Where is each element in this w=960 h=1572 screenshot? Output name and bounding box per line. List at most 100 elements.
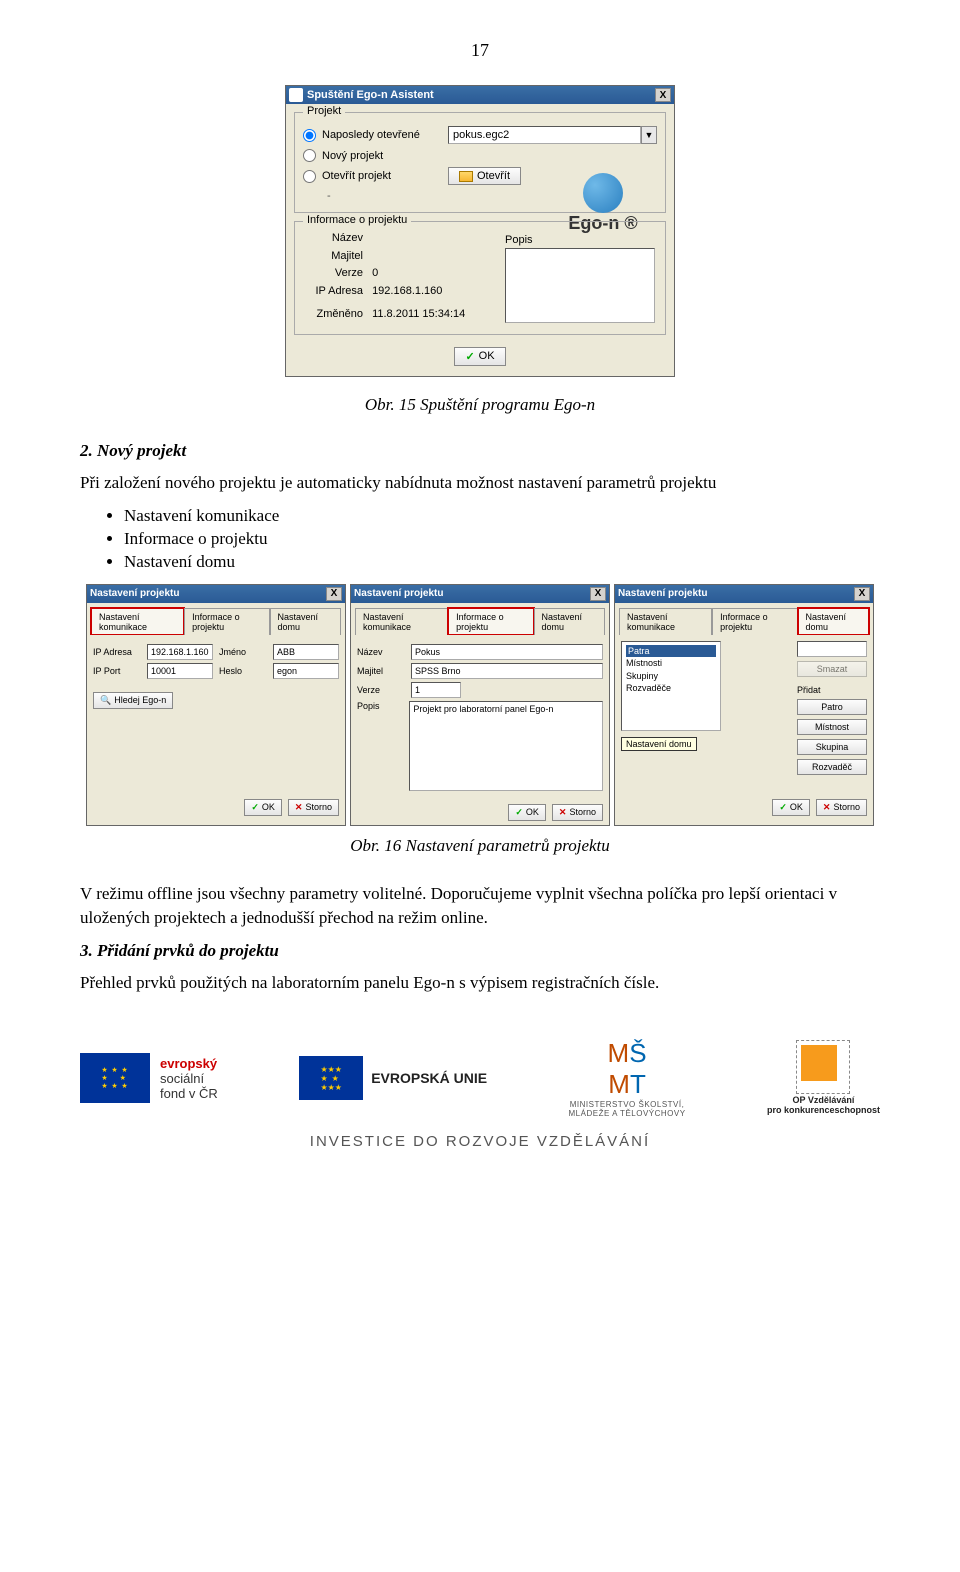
add-room-button[interactable]: Místnost bbox=[797, 719, 867, 735]
radio-label: Naposledy otevřené bbox=[322, 129, 420, 141]
tree-item[interactable]: Rozvaděče bbox=[626, 682, 716, 695]
lbl-changed: Změněno bbox=[303, 306, 363, 324]
dialog-settings-comm: Nastavení projektu X Nastavení komunikac… bbox=[86, 584, 346, 826]
val-changed: 11.8.2011 15:34:14 bbox=[372, 308, 465, 320]
section-2-intro: Při založení nového projektu je automati… bbox=[80, 471, 880, 496]
lbl-name: Jméno bbox=[219, 647, 269, 657]
tab-house[interactable]: Nastavení domu bbox=[270, 608, 341, 635]
eu-flag-icon: ★★★★ ★★★★ bbox=[299, 1056, 363, 1100]
delete-button: Smazat bbox=[797, 661, 867, 677]
section-3-text: Přehled prvků použitých na laboratorním … bbox=[80, 971, 880, 996]
figure-caption-15: Obr. 15 Spuštění programu Ego-n bbox=[80, 395, 880, 415]
logo-eu: ★★★★ ★★★★ EVROPSKÁ UNIE bbox=[299, 1056, 487, 1100]
info-right: Popis bbox=[505, 234, 655, 323]
input-name[interactable] bbox=[273, 644, 339, 660]
tree-item[interactable]: Skupiny bbox=[626, 670, 716, 683]
tree-view[interactable]: Patra Místnosti Skupiny Rozvaděče bbox=[621, 641, 721, 731]
radio-recently-opened[interactable]: Naposledy otevřené bbox=[303, 129, 438, 142]
add-floor-button[interactable]: Patro bbox=[797, 699, 867, 715]
lbl-majitel: Majitel bbox=[357, 666, 407, 676]
footer-logos: ★ ★ ★★ ★★ ★ ★ evropský sociální fond v Č… bbox=[80, 1038, 880, 1119]
cancel-button[interactable]: ✕Storno bbox=[816, 799, 867, 816]
lbl-owner: Majitel bbox=[303, 248, 363, 266]
tree-item-selected[interactable]: Patra bbox=[626, 645, 716, 658]
radio-open-project[interactable]: Otevřít projekt bbox=[303, 170, 438, 183]
search-icon: 🔍 bbox=[100, 695, 111, 706]
footer-invest: INVESTICE DO ROZVOJE VZDĚLÁVÁNÍ bbox=[80, 1133, 880, 1150]
section-2-title: 2. Nový projekt bbox=[80, 441, 880, 461]
group-legend: Informace o projektu bbox=[303, 214, 411, 226]
lbl-popis: Popis bbox=[357, 701, 405, 711]
radio-new-project[interactable]: Nový projekt bbox=[303, 149, 438, 162]
input-pass[interactable] bbox=[273, 663, 339, 679]
open-button[interactable]: Otevřít bbox=[448, 167, 521, 185]
add-panel-button[interactable]: Rozvaděč bbox=[797, 759, 867, 775]
chevron-down-icon[interactable]: ▼ bbox=[641, 126, 657, 144]
tab-house[interactable]: Nastavení domu bbox=[534, 608, 605, 635]
tab-comm[interactable]: Nastavení komunikace bbox=[91, 608, 184, 635]
tree-item[interactable]: Místnosti bbox=[626, 657, 716, 670]
tab-info[interactable]: Informace o projektu bbox=[712, 608, 797, 635]
ok-button[interactable]: ✓ OK bbox=[454, 347, 505, 366]
close-icon[interactable]: X bbox=[854, 587, 870, 601]
recent-file-dropdown[interactable]: ▼ bbox=[448, 126, 657, 144]
titlebar-text: Spuštění Ego-n Asistent bbox=[307, 89, 434, 101]
add-group-button[interactable]: Skupina bbox=[797, 739, 867, 755]
tab-comm[interactable]: Nastavení komunikace bbox=[355, 608, 448, 635]
radio-label: Nový projekt bbox=[322, 150, 383, 162]
input-majitel[interactable] bbox=[411, 663, 603, 679]
tab-info[interactable]: Informace o projektu bbox=[448, 608, 533, 635]
radio-input[interactable] bbox=[303, 149, 316, 162]
tab-info[interactable]: Informace o projektu bbox=[184, 608, 269, 635]
ok-button[interactable]: ✓OK bbox=[508, 804, 546, 821]
search-egon-button[interactable]: 🔍Hledej Ego-n bbox=[93, 692, 173, 709]
close-icon[interactable]: X bbox=[655, 88, 671, 102]
radio-input[interactable] bbox=[303, 170, 316, 183]
lbl-ip: IP Adresa bbox=[303, 283, 363, 301]
lbl-verze: Verze bbox=[357, 685, 407, 695]
input-item-name[interactable] bbox=[797, 641, 867, 657]
input-verze[interactable] bbox=[411, 682, 461, 698]
ok-button[interactable]: ✓OK bbox=[244, 799, 282, 816]
titlebar-text: Nastavení projektu bbox=[354, 588, 443, 599]
titlebar: Nastavení projektu X bbox=[87, 585, 345, 603]
esf-line2: sociální bbox=[160, 1071, 218, 1086]
close-icon[interactable]: X bbox=[590, 587, 606, 601]
lbl-pass: Heslo bbox=[219, 666, 269, 676]
cancel-button[interactable]: ✕Storno bbox=[552, 804, 603, 821]
opvk-line2: pro konkurenceschopnost bbox=[767, 1106, 880, 1116]
paragraph-offline: V režimu offline jsou všechny parametry … bbox=[80, 882, 880, 931]
ok-button[interactable]: ✓OK bbox=[772, 799, 810, 816]
list-item: Nastavení komunikace bbox=[124, 506, 880, 526]
tab-comm[interactable]: Nastavení komunikace bbox=[619, 608, 712, 635]
folder-icon bbox=[459, 171, 473, 182]
titlebar-text: Nastavení projektu bbox=[618, 588, 707, 599]
logo-opvk: OP Vzdělávání pro konkurenceschopnost bbox=[767, 1040, 880, 1116]
textarea-popis[interactable]: Projekt pro laboratorní panel Ego-n bbox=[409, 701, 603, 791]
check-icon: ✓ bbox=[465, 350, 474, 363]
lbl-version: Verze bbox=[303, 265, 363, 283]
popis-textarea[interactable] bbox=[505, 248, 655, 323]
input-nazev[interactable] bbox=[411, 644, 603, 660]
input-ip[interactable] bbox=[147, 644, 213, 660]
recent-file-input[interactable] bbox=[448, 126, 641, 144]
esf-line3: fond v ČR bbox=[160, 1086, 218, 1101]
dialog-launch-egon: Spuštění Ego-n Asistent X Projekt Naposl… bbox=[285, 85, 675, 377]
close-icon[interactable]: X bbox=[326, 587, 342, 601]
radio-input[interactable] bbox=[303, 129, 316, 142]
dialog-settings-info: Nastavení projektu X Nastavení komunikac… bbox=[350, 584, 610, 826]
val-version: 0 bbox=[372, 267, 378, 279]
opvk-icon bbox=[796, 1040, 850, 1094]
check-icon: ✓ bbox=[779, 802, 787, 813]
cancel-button[interactable]: ✕Storno bbox=[288, 799, 339, 816]
tab-house[interactable]: Nastavení domu bbox=[798, 608, 869, 635]
dialog-settings-house: Nastavení projektu X Nastavení komunikac… bbox=[614, 584, 874, 826]
lbl-popis: Popis bbox=[505, 234, 655, 246]
close-icon: ✕ bbox=[823, 802, 831, 813]
eu-flag-icon: ★ ★ ★★ ★★ ★ ★ bbox=[80, 1053, 150, 1103]
screenshots-row: Nastavení projektu X Nastavení komunikac… bbox=[80, 584, 880, 826]
input-port[interactable] bbox=[147, 663, 213, 679]
group-info: Informace o projektu Název Majitel Verze… bbox=[294, 221, 666, 335]
close-icon: ✕ bbox=[295, 802, 303, 813]
lbl-ip: IP Adresa bbox=[93, 647, 143, 657]
